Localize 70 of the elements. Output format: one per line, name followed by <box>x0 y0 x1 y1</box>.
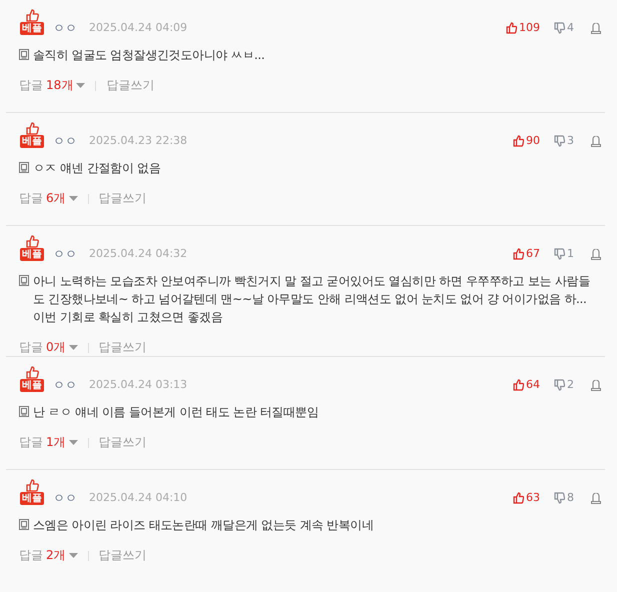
document-icon <box>19 162 29 173</box>
nickname[interactable]: ㅇㅇ <box>53 134 77 148</box>
thumbs-up-icon <box>513 492 524 504</box>
caret-icon <box>76 83 86 88</box>
like-button[interactable]: 90 <box>513 134 540 148</box>
report-icon[interactable] <box>591 22 601 34</box>
best-badge: 베플 <box>20 135 44 148</box>
comment-date: 2025.04.23 22:38 <box>89 134 188 148</box>
comment-date: 2025.04.24 03:13 <box>89 378 188 392</box>
caret-icon <box>68 553 78 558</box>
thumbs-up-icon <box>25 122 39 135</box>
like-button[interactable]: 67 <box>513 247 540 261</box>
best-badge: 베플 <box>20 22 44 35</box>
thumbs-up-icon <box>25 235 39 248</box>
nickname[interactable]: ㅇㅇ <box>53 247 77 261</box>
thumbs-up-icon <box>513 379 524 391</box>
comment-text: 난 ㄹㅇ 얘네 이름 들어본게 이런 태도 논란 터질때뿐임 <box>33 404 320 421</box>
nickname[interactable]: ㅇㅇ <box>53 21 77 35</box>
reply-toggle[interactable]: 답글 18개 <box>19 77 86 94</box>
reply-toggle[interactable]: 답글 0개 <box>19 339 78 356</box>
document-icon <box>19 406 29 417</box>
dislike-button[interactable]: 3 <box>554 134 574 148</box>
thumbs-down-icon <box>554 248 565 260</box>
like-button[interactable]: 64 <box>513 378 540 392</box>
document-icon <box>19 519 29 530</box>
comment-text: ㅇㅈ 얘넨 간절함이 없음 <box>33 160 162 177</box>
comment-text: 아니 노력하는 모습조차 안보여주니까 빡친거지 말 절고 굳어있어도 열심히만 하면 우쭈쭈하고 보는 사람들도 긴장했나보네~ 하고 넘어갈텐데 맨~~날 아무말도 안해 리액션도 없어 눈치도 없어 걍 어이가없음 하... 이번 기회로 확실히 고쳤으면 좋겠음 <box>33 273 591 326</box>
comment-date: 2025.04.24 04:32 <box>89 247 188 261</box>
best-badge: 베플 <box>20 492 44 505</box>
reply-toggle[interactable]: 답글 2개 <box>19 547 78 564</box>
thumbs-down-icon <box>554 22 565 34</box>
write-reply-link[interactable]: 답글쓰기 <box>98 547 147 564</box>
comment-text: 스엠은 아이린 라이즈 태도논란때 깨달은게 없는듯 계속 반복이네 <box>33 517 375 534</box>
write-reply-link[interactable]: 답글쓰기 <box>98 190 147 207</box>
dislike-button[interactable]: 1 <box>554 247 574 261</box>
report-icon[interactable] <box>591 380 601 390</box>
thumbs-up-icon <box>25 9 39 22</box>
comment-date: 2025.04.24 04:10 <box>89 491 188 505</box>
like-button[interactable]: 109 <box>506 21 540 35</box>
thumbs-down-icon <box>554 379 565 391</box>
write-reply-link[interactable]: 답글쓰기 <box>106 77 154 94</box>
caret-icon <box>68 196 78 201</box>
thumbs-up-icon <box>25 479 39 492</box>
report-icon[interactable] <box>591 492 601 504</box>
thumbs-up-icon <box>513 248 524 260</box>
thumbs-down-icon <box>554 135 565 147</box>
dislike-button[interactable]: 8 <box>554 491 574 505</box>
caret-icon <box>68 440 78 445</box>
document-icon <box>19 49 29 60</box>
dislike-button[interactable]: 4 <box>554 21 574 35</box>
comment-date: 2025.04.24 04:09 <box>89 21 188 35</box>
thumbs-up-icon <box>513 135 524 147</box>
report-icon[interactable] <box>591 248 601 260</box>
document-icon <box>19 275 29 286</box>
thumbs-up-icon <box>25 366 39 379</box>
write-reply-link[interactable]: 답글쓰기 <box>98 434 147 451</box>
dislike-button[interactable]: 2 <box>554 378 574 392</box>
nickname[interactable]: ㅇㅇ <box>53 491 77 505</box>
best-badge: 베플 <box>20 379 44 392</box>
like-button[interactable]: 63 <box>513 491 540 505</box>
reply-toggle[interactable]: 답글 6개 <box>19 190 78 207</box>
write-reply-link[interactable]: 답글쓰기 <box>98 339 147 356</box>
nickname[interactable]: ㅇㅇ <box>53 378 77 392</box>
reply-toggle[interactable]: 답글 1개 <box>19 434 78 451</box>
best-badge: 베플 <box>20 248 44 261</box>
report-icon[interactable] <box>591 136 601 146</box>
thumbs-down-icon <box>554 492 565 504</box>
caret-icon <box>68 345 78 350</box>
comment-text: 솔직히 얼굴도 엄청잘생긴것도아니야 ㅆㅂ... <box>33 47 266 64</box>
thumbs-up-icon <box>506 22 517 34</box>
